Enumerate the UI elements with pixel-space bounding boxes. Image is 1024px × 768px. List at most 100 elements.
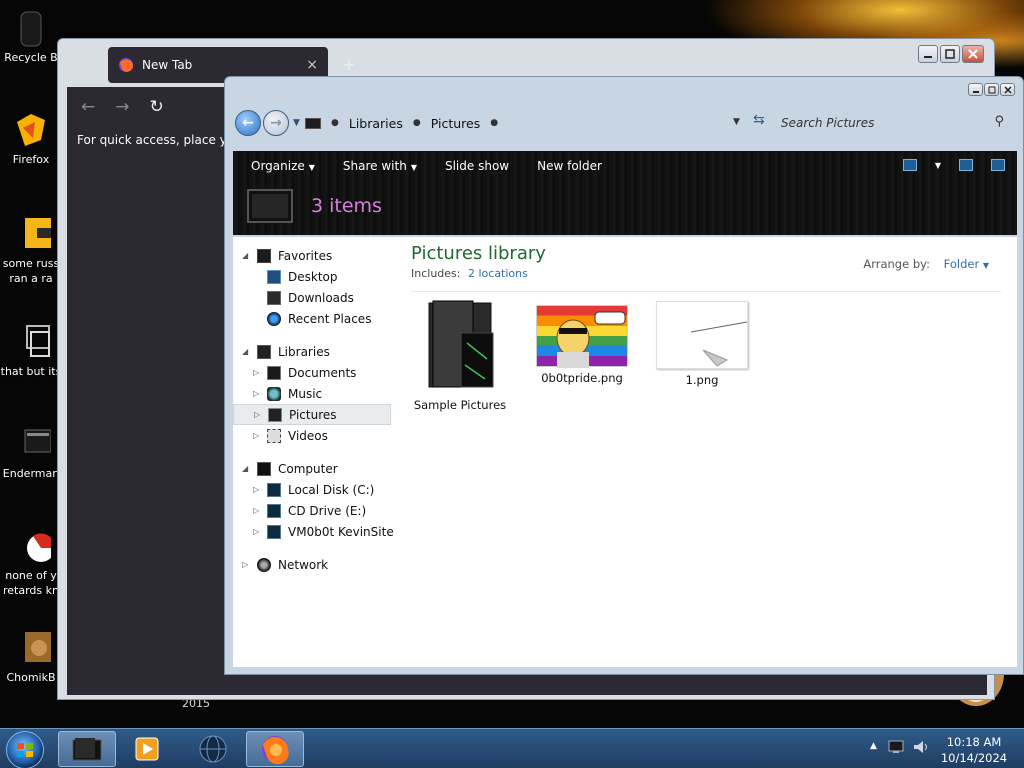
nav-item-network[interactable]: ▷ Network (233, 554, 401, 575)
folder-icon (428, 300, 494, 388)
start-button[interactable] (6, 731, 44, 768)
expand-icon[interactable]: ▷ (253, 431, 259, 440)
recent-pages-dropdown-icon[interactable]: ▼ (293, 118, 300, 128)
nav-item-recent-places[interactable]: Recent Places (233, 308, 401, 329)
explorer-window-controls (968, 83, 1015, 96)
maximize-button[interactable] (940, 45, 960, 63)
cartoon-figure-icon (556, 311, 626, 368)
close-button[interactable] (962, 45, 984, 63)
minimize-button[interactable] (918, 45, 938, 63)
breadcrumb-pictures[interactable]: Pictures (431, 116, 481, 131)
expand-icon[interactable]: ▷ (253, 389, 259, 398)
hamster-icon (25, 632, 51, 662)
navigation-pane: ◢ Favorites Desktop Downloads Recent Pla… (233, 237, 401, 667)
taskbar-clock[interactable]: 10:18 AM 10/14/2024 (938, 734, 1010, 766)
desktop-icon-firefox[interactable]: Firefox (0, 110, 62, 167)
arrange-by-dropdown[interactable]: Folder ▼ (944, 257, 989, 271)
view-dropdown-icon[interactable]: ▼ (935, 161, 941, 170)
taskbar-globe-button[interactable] (184, 731, 242, 767)
network-drive-icon (267, 524, 281, 539)
breadcrumb-separator: ● (412, 118, 421, 128)
desktop-icon-browser[interactable]: none of y retards kn (0, 526, 62, 598)
pictures-icon (268, 407, 282, 422)
desktop-icon-enderman[interactable]: Enderman (0, 424, 62, 481)
minimize-icon (924, 56, 932, 58)
file-item-1png[interactable]: 1.png (647, 299, 757, 387)
expand-icon[interactable]: ▷ (253, 368, 259, 377)
recent-places-icon (267, 311, 281, 326)
change-view-icon[interactable] (902, 159, 917, 171)
collapse-icon[interactable]: ◢ (242, 464, 248, 473)
preview-pane-icon[interactable] (959, 159, 973, 171)
address-dropdown-icon[interactable]: ▼ (733, 117, 740, 127)
expand-icon[interactable]: ▷ (253, 506, 259, 515)
share-with-button[interactable]: Share with ▼ (343, 159, 417, 173)
nav-item-downloads[interactable]: Downloads (233, 287, 401, 308)
nav-label: Downloads (288, 290, 354, 305)
collapse-icon[interactable]: ◢ (242, 347, 248, 356)
clock-time: 10:18 AM (946, 735, 1002, 749)
desktop-icon-folder-russ[interactable]: some russ ran a ra (0, 214, 62, 286)
nav-item-network-drive[interactable]: ▷ VM0b0t KevinSite (233, 521, 401, 542)
nav-label: CD Drive (E:) (288, 503, 367, 518)
network-icon (257, 557, 271, 572)
nav-item-desktop[interactable]: Desktop (233, 266, 401, 287)
search-icon[interactable]: ⚲ (994, 114, 1004, 129)
taskbar-firefox-button[interactable] (246, 731, 304, 767)
chevron-down-icon: ▼ (982, 261, 989, 270)
includes-locations-link[interactable]: 2 locations (468, 267, 528, 280)
organize-button[interactable]: Organize ▼ (251, 159, 315, 173)
cd-drive-icon (267, 503, 281, 518)
nav-label: Network (278, 557, 329, 572)
close-button[interactable] (1000, 83, 1015, 96)
close-tab-icon[interactable]: × (306, 57, 318, 73)
nav-item-favorites[interactable]: ◢ Favorites (233, 245, 401, 266)
nav-item-local-disk[interactable]: ▷ Local Disk (C:) (233, 479, 401, 500)
paper-plane-icon (690, 321, 748, 367)
show-hidden-icons-icon[interactable]: ▲ (870, 741, 877, 751)
nav-item-documents[interactable]: ▷ Documents (233, 362, 401, 383)
desktop-icon-chomik[interactable]: ChomikB (0, 628, 62, 685)
help-icon[interactable] (991, 159, 1005, 171)
image-thumbnail (656, 301, 748, 369)
search-input[interactable]: Search Pictures ⚲ (775, 110, 1010, 136)
expand-icon[interactable]: ▷ (253, 485, 259, 494)
expand-icon[interactable]: ▷ (254, 410, 260, 419)
back-arrow-icon[interactable]: ← (81, 97, 95, 117)
volume-tray-icon[interactable] (912, 739, 930, 755)
nav-item-computer[interactable]: ◢ Computer (233, 458, 401, 479)
hard-drive-icon (267, 482, 281, 497)
network-tray-icon[interactable] (888, 739, 906, 755)
refresh-icon[interactable]: ⇆ (753, 112, 765, 128)
maximize-button[interactable] (984, 83, 999, 96)
item-count: 3 items (311, 195, 382, 217)
nav-item-cd-drive[interactable]: ▷ CD Drive (E:) (233, 500, 401, 521)
nav-item-pictures[interactable]: ▷ Pictures (233, 404, 391, 425)
nav-item-videos[interactable]: ▷ Videos (233, 425, 401, 446)
nav-label: Recent Places (288, 311, 372, 326)
slide-show-button[interactable]: Slide show (445, 159, 509, 173)
nav-label: Local Disk (C:) (288, 482, 375, 497)
desktop-icon-shortcut[interactable]: that but its (0, 322, 62, 379)
explorer-window[interactable]: ← → ▼ ● Libraries ● Pictures ● ▼ ⇆ Searc… (224, 76, 1024, 675)
breadcrumb-libraries[interactable]: Libraries (349, 116, 403, 131)
minimize-button[interactable] (968, 83, 983, 96)
collapse-icon[interactable]: ◢ (242, 251, 248, 260)
nav-item-music[interactable]: ▷ Music (233, 383, 401, 404)
nav-item-libraries[interactable]: ◢ Libraries (233, 341, 401, 362)
desktop-icon-recycle-bin[interactable]: Recycle B (0, 8, 62, 65)
back-button[interactable]: ← (235, 110, 261, 136)
taskbar-media-player-button[interactable] (118, 731, 176, 767)
file-item-0b0tpride[interactable]: 0b0tpride.png (527, 299, 637, 385)
reload-icon[interactable]: ↻ (150, 97, 164, 117)
file-item-sample-pictures[interactable]: Sample Pictures (405, 299, 515, 412)
forward-button[interactable]: → (263, 110, 289, 136)
new-folder-button[interactable]: New folder (537, 159, 602, 173)
nav-label: Computer (278, 461, 338, 476)
expand-icon[interactable]: ▷ (253, 527, 259, 536)
forward-arrow-icon[interactable]: → (115, 97, 129, 117)
expand-icon[interactable]: ▷ (242, 560, 248, 569)
new-tab-button[interactable]: + (342, 55, 355, 74)
taskbar-explorer-button[interactable] (58, 731, 116, 767)
address-bar[interactable]: ● Libraries ● Pictures ● (305, 110, 765, 136)
